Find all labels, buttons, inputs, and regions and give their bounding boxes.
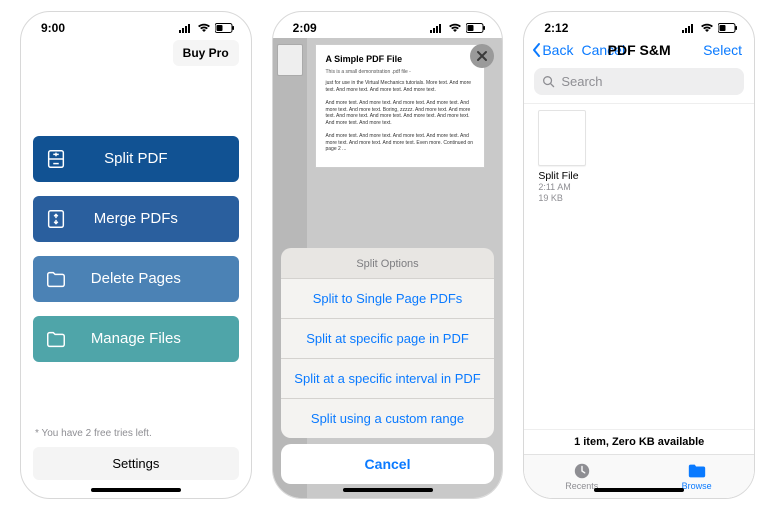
pdf-paragraph: And more text. And more text. And more t… xyxy=(326,100,474,127)
sheet-title: Split Options xyxy=(281,248,495,278)
wifi-icon xyxy=(197,23,211,33)
pdf-page: A Simple PDF File This is a small demons… xyxy=(315,44,485,169)
merge-pdfs-label: Merge PDFs xyxy=(75,210,227,227)
nav-title: PDF S&M xyxy=(608,42,671,58)
wifi-icon xyxy=(448,23,462,33)
page-thumb[interactable] xyxy=(277,44,303,76)
split-pdf-label: Split PDF xyxy=(75,150,227,167)
split-specific-page-option[interactable]: Split at specific page in PDF xyxy=(281,318,495,358)
status-icons xyxy=(430,23,486,33)
folder-icon xyxy=(687,462,707,480)
tab-browse-label: Browse xyxy=(682,481,712,491)
battery-icon xyxy=(466,23,486,33)
close-button[interactable] xyxy=(470,44,494,68)
battery-icon xyxy=(215,23,235,33)
tries-note: * You have 2 free tries left. xyxy=(33,428,239,439)
signal-icon xyxy=(179,23,193,33)
file-thumbnail xyxy=(538,110,586,166)
search-placeholder: Search xyxy=(561,74,602,89)
search-input[interactable]: Search xyxy=(534,68,744,95)
storage-summary: 1 item, Zero KB available xyxy=(524,429,754,454)
delete-pages-label: Delete Pages xyxy=(75,270,227,287)
delete-pages-button[interactable]: Delete Pages xyxy=(33,256,239,302)
cancel-button[interactable]: Cancel xyxy=(281,444,495,484)
pdf-subtitle: This is a small demonstration .pdf file … xyxy=(326,69,474,76)
settings-button[interactable]: Settings xyxy=(33,447,239,480)
status-bar: 2:12 xyxy=(524,12,754,38)
status-icons xyxy=(179,23,235,33)
close-icon xyxy=(476,50,488,62)
folder-icon xyxy=(45,328,75,350)
wifi-icon xyxy=(700,23,714,33)
phone-files: 2:12 Back Cancel PDF S&M Select Search xyxy=(523,11,755,499)
home-indicator[interactable] xyxy=(343,488,433,492)
signal-icon xyxy=(682,23,696,33)
split-single-page-option[interactable]: Split to Single Page PDFs xyxy=(281,278,495,318)
back-button[interactable]: Back xyxy=(530,42,573,58)
action-sheet: Split Options Split to Single Page PDFs … xyxy=(281,248,495,484)
manage-files-button[interactable]: Manage Files xyxy=(33,316,239,362)
home-indicator[interactable] xyxy=(91,488,181,492)
pdf-paragraph: And more text. And more text. And more t… xyxy=(326,133,474,153)
status-icons xyxy=(682,23,738,33)
status-time: 2:09 xyxy=(293,21,317,35)
phone-home: 9:00 Buy Pro Split PDF Merge PDFs xyxy=(20,11,252,499)
search-icon xyxy=(542,75,555,88)
folder-icon xyxy=(45,268,75,290)
battery-icon xyxy=(718,23,738,33)
clock-icon xyxy=(572,462,592,480)
buy-pro-button[interactable]: Buy Pro xyxy=(173,40,239,66)
status-time: 9:00 xyxy=(41,21,65,35)
split-pdf-button[interactable]: Split PDF xyxy=(33,136,239,182)
merge-icon xyxy=(45,208,75,230)
file-item[interactable]: Split File 2:11 AM 19 KB xyxy=(538,110,606,205)
split-custom-range-option[interactable]: Split using a custom range xyxy=(281,398,495,438)
file-name: Split File xyxy=(538,170,606,182)
pdf-paragraph: just for use in the Virtual Mechanics tu… xyxy=(326,80,474,94)
status-bar: 2:09 xyxy=(273,12,503,38)
home-indicator[interactable] xyxy=(594,488,684,492)
signal-icon xyxy=(430,23,444,33)
split-interval-option[interactable]: Split at a specific interval in PDF xyxy=(281,358,495,398)
manage-files-label: Manage Files xyxy=(75,330,227,347)
back-label: Back xyxy=(542,42,573,58)
pdf-title: A Simple PDF File xyxy=(326,53,474,65)
select-button[interactable]: Select xyxy=(703,42,742,58)
chevron-left-icon xyxy=(530,42,542,58)
file-size: 19 KB xyxy=(538,193,606,205)
file-time: 2:11 AM xyxy=(538,182,606,194)
merge-pdfs-button[interactable]: Merge PDFs xyxy=(33,196,239,242)
status-time: 2:12 xyxy=(544,21,568,35)
status-bar: 9:00 xyxy=(21,12,251,38)
phone-split-options: 2:09 A Simple PDF File This is a small d… xyxy=(272,11,504,499)
split-icon xyxy=(45,148,75,170)
